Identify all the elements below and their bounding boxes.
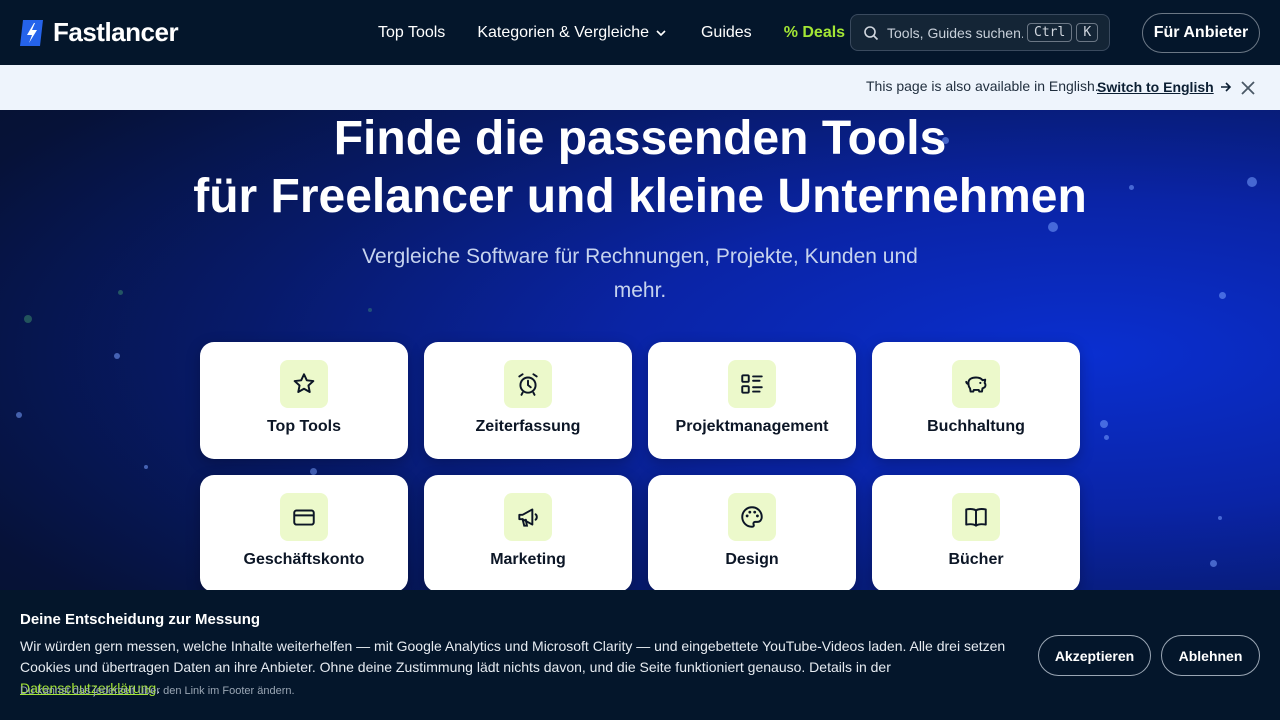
category-card-projektmanagement[interactable]: Projektmanagement: [648, 342, 856, 459]
book-icon: [965, 508, 987, 527]
language-banner: This page is also available in English. …: [0, 65, 1280, 110]
card-icon-tile: [728, 493, 776, 541]
card-icon-tile: [280, 493, 328, 541]
category-card-buchhaltung[interactable]: Buchhaltung: [872, 342, 1080, 459]
card-icon-tile: [280, 360, 328, 408]
close-icon[interactable]: [1239, 79, 1257, 97]
accept-button[interactable]: Akzeptieren: [1038, 635, 1151, 676]
hero-subtitle: Vergleiche Software für Rechnungen, Proj…: [362, 245, 918, 302]
category-label: Bücher: [948, 551, 1004, 568]
cookie-consent-banner: Deine Entscheidung zur Messung Wir würde…: [0, 590, 1280, 720]
fuer-anbieter-button[interactable]: Für Anbieter: [1142, 13, 1260, 53]
megaphone-icon: [518, 508, 538, 527]
list-icon: [741, 374, 763, 394]
nav-deals-label: % Deals: [783, 23, 846, 41]
nav-top-tools[interactable]: Top Tools: [378, 24, 445, 42]
category-card-geschaeftskonto[interactable]: Geschäftskonto: [200, 475, 408, 592]
nav-deals[interactable]: % Deals: [784, 24, 845, 42]
category-card-zeiterfassung[interactable]: Zeiterfassung: [424, 342, 632, 459]
piggy-bank-icon: [965, 376, 987, 393]
alarm-clock-icon: [518, 373, 538, 396]
search-icon: [864, 25, 879, 40]
language-banner-text: This page is also available in English.: [866, 78, 1099, 94]
nav-top-tools-label: Top Tools: [378, 23, 446, 41]
cookie-body-text: Wir würden gern messen, welche Inhalte w…: [20, 638, 1006, 675]
background-dot: [1210, 560, 1217, 567]
card-icon-tile: [728, 360, 776, 408]
category-card-top-tools[interactable]: Top Tools: [200, 342, 408, 459]
arrow-right-icon: [1220, 82, 1231, 92]
background-dot: [1104, 435, 1109, 440]
background-dot: [16, 412, 22, 418]
background-dot: [1219, 292, 1226, 299]
background-dot: [114, 353, 120, 359]
card-icon-tile: [952, 493, 1000, 541]
search-box[interactable]: Tools, Guides suchen... Ctrl K: [850, 14, 1110, 51]
card-icon-tile: [952, 360, 1000, 408]
category-card-marketing[interactable]: Marketing: [424, 475, 632, 592]
top-navigation-bar: Fastlancer Top Tools Kategorien & Vergle…: [0, 0, 1280, 65]
category-card-buecher[interactable]: Bücher: [872, 475, 1080, 592]
category-label: Top Tools: [266, 418, 342, 435]
hero-title-line-1: Finde die passenden Tools: [333, 112, 947, 165]
card-icon-tile: [504, 360, 552, 408]
search-placeholder: Tools, Guides suchen...: [887, 24, 1023, 41]
main-nav: Top Tools Kategorien & Vergleiche Guides…: [378, 0, 845, 65]
category-label: Buchhaltung: [927, 418, 1025, 435]
card-icon-tile: [504, 493, 552, 541]
logo-bolt-icon: [20, 19, 43, 46]
category-label: Zeiterfassung: [475, 418, 581, 435]
hero-title: Finde die passenden Tools für Freelancer…: [0, 110, 1280, 226]
category-label: Projektmanagement: [675, 418, 829, 435]
category-label: Geschäftskonto: [243, 551, 365, 568]
background-dot: [368, 308, 372, 312]
chevron-down-icon: [656, 29, 666, 36]
logo-text: Fastlancer: [53, 17, 179, 47]
category-label: Design: [725, 551, 779, 568]
switch-to-english-label: Switch to English: [1097, 79, 1214, 95]
cookie-note: Du kannst das jederzeit über den Link im…: [20, 685, 295, 697]
background-dot: [24, 315, 32, 323]
shortcut-ctrl-key: Ctrl: [1027, 23, 1073, 42]
category-card-design[interactable]: Design: [648, 475, 856, 592]
reject-button[interactable]: Ablehnen: [1161, 635, 1260, 676]
credit-card-icon: [293, 509, 315, 526]
background-dot: [310, 468, 317, 475]
cookie-title: Deine Entscheidung zur Messung: [20, 611, 261, 628]
palette-icon: [741, 506, 763, 528]
nav-kategorien[interactable]: Kategorien & Vergleiche: [477, 24, 667, 42]
shortcut-k-key: K: [1076, 23, 1099, 42]
category-label: Marketing: [490, 551, 566, 568]
nav-kategorien-label: Kategorien & Vergleiche: [477, 23, 649, 41]
star-icon: [293, 373, 315, 393]
logo[interactable]: Fastlancer: [20, 17, 179, 48]
hero-title-line-2: für Freelancer und kleine Unternehmen: [193, 170, 1087, 223]
background-dot: [1218, 516, 1222, 520]
switch-to-english-link[interactable]: Switch to English: [1097, 79, 1232, 95]
nav-guides-label: Guides: [700, 23, 752, 41]
background-dot: [118, 290, 123, 295]
background-dot: [1100, 420, 1108, 428]
nav-guides[interactable]: Guides: [701, 24, 752, 42]
background-dot: [144, 465, 148, 469]
